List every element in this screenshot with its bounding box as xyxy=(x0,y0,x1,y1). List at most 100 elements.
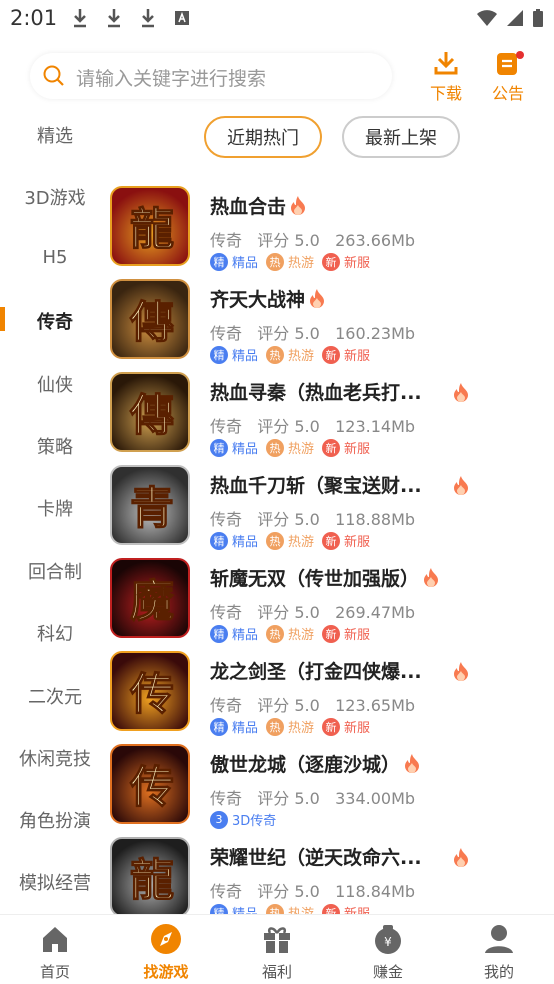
game-title-text: 傲世龙城（逐鹿沙城） xyxy=(210,754,401,776)
game-title[interactable]: 斩魔无双（传世加强版） xyxy=(210,564,439,592)
game-tag: 热热游 xyxy=(266,252,314,271)
tag-label: 热游 xyxy=(288,349,315,364)
game-tag: 新新服 xyxy=(322,438,370,457)
bottom-nav: 首页 找游戏 福利 ¥ 赚金 我的 xyxy=(0,914,554,984)
game-title[interactable]: 荣耀世纪（逆天改命六... xyxy=(210,843,422,870)
game-icon-glyph: 传 xyxy=(129,669,174,720)
tag-badge-icon: 新 xyxy=(322,252,341,271)
game-tag: 精精品 xyxy=(210,345,258,364)
game-icon[interactable]: 青 xyxy=(110,465,190,545)
tag-label: 新服 xyxy=(344,721,371,736)
category-item[interactable]: 卡牌 xyxy=(0,495,110,521)
tag-badge-icon: 热 xyxy=(266,345,285,364)
tag-label: 精品 xyxy=(232,256,259,271)
game-title[interactable]: 龙之剑圣（打金四侠爆... xyxy=(210,657,422,684)
download-notification-icon xyxy=(104,8,124,28)
game-row[interactable]: 傳热血寻秦（热血老兵打... 传奇 评分 5.0 123.14Mb 精精品热热游新新… xyxy=(110,372,554,465)
game-size: 118.84Mb xyxy=(335,882,416,901)
category-item[interactable]: H5 xyxy=(0,247,110,268)
game-tag: 精精品 xyxy=(210,252,258,271)
tag-label: 热游 xyxy=(288,535,315,550)
svg-text:¥: ¥ xyxy=(384,935,392,949)
tag-label: 新服 xyxy=(344,349,371,364)
download-icon xyxy=(434,52,458,75)
game-title[interactable]: 热血合击 xyxy=(210,192,306,220)
search-bar[interactable]: 请输入关键字进行搜索 xyxy=(30,53,392,99)
game-tags: 精精品热热游新新服 xyxy=(210,345,370,364)
notice-button[interactable]: 公告 xyxy=(483,48,533,104)
game-title[interactable]: 热血寻秦（热血老兵打... xyxy=(210,378,422,405)
game-size: 263.66Mb xyxy=(335,231,416,250)
download-notification-icon xyxy=(138,8,158,28)
tag-badge-icon: 热 xyxy=(266,717,285,736)
game-tag: 新新服 xyxy=(322,531,370,550)
game-icon[interactable]: 传 xyxy=(110,744,190,824)
game-title-text: 热血合击 xyxy=(210,196,287,218)
compass-icon xyxy=(151,924,181,954)
game-rating: 评分 5.0 xyxy=(257,231,320,250)
notice-icon xyxy=(497,51,524,75)
game-icon[interactable]: 傳 xyxy=(110,279,190,359)
tag-badge-icon: 新 xyxy=(322,531,341,550)
game-row[interactable]: 傳齐天大战神 传奇 评分 5.0 160.23Mb 精精品热热游新新服 xyxy=(110,279,554,372)
game-tag: 热热游 xyxy=(266,717,314,736)
category-item[interactable]: 回合制 xyxy=(0,558,110,584)
category-item[interactable]: 仙侠 xyxy=(0,371,110,397)
game-icon[interactable]: 傳 xyxy=(110,372,190,452)
game-icon[interactable]: 魔 xyxy=(110,558,190,638)
game-tag: 精精品 xyxy=(210,531,258,550)
filter-newest[interactable]: 最新上架 xyxy=(342,116,460,158)
game-tag: 新新服 xyxy=(322,624,370,643)
game-tags: 精精品热热游新新服 xyxy=(210,252,370,271)
tag-label: 热游 xyxy=(288,628,315,643)
download-button[interactable]: 下载 xyxy=(421,48,471,104)
tag-label: 精品 xyxy=(232,721,259,736)
category-item[interactable]: 角色扮演 xyxy=(0,807,110,833)
game-title[interactable]: 傲世龙城（逐鹿沙城） xyxy=(210,750,420,778)
fire-icon xyxy=(453,382,469,406)
game-tag: 热热游 xyxy=(266,345,314,364)
game-size: 123.65Mb xyxy=(335,696,416,715)
system-icons xyxy=(476,8,544,28)
game-row[interactable]: 传傲世龙城（逐鹿沙城） 传奇 评分 5.0 334.00Mb 3 3D传奇 xyxy=(110,744,554,837)
game-row[interactable]: 魔斩魔无双（传世加强版） 传奇 评分 5.0 269.47Mb 精精品热热游新新服 xyxy=(110,558,554,651)
user-icon xyxy=(485,925,513,953)
game-icon[interactable]: 龍 xyxy=(110,837,190,917)
nav-label: 福利 xyxy=(261,963,292,981)
fire-icon xyxy=(404,753,420,778)
game-row[interactable]: 青热血千刀斩（聚宝送财... 传奇 评分 5.0 118.88Mb 精精品热热游新新… xyxy=(110,465,554,558)
game-rating: 评分 5.0 xyxy=(257,324,320,343)
category-item[interactable]: 精选 xyxy=(0,122,110,148)
fire-icon xyxy=(453,475,469,499)
tag-badge-icon: 热 xyxy=(266,531,285,550)
game-icon[interactable]: 传 xyxy=(110,651,190,731)
game-title-text: 热血千刀斩（聚宝送财... xyxy=(210,475,422,497)
game-row[interactable]: 传龙之剑圣（打金四侠爆... 传奇 评分 5.0 123.65Mb 精精品热热游新新… xyxy=(110,651,554,744)
game-size: 269.47Mb xyxy=(335,603,416,622)
status-bar: 2:01 xyxy=(0,0,554,36)
game-meta: 传奇 评分 5.0 123.14Mb xyxy=(210,413,415,437)
game-row[interactable]: 龍热血合击 传奇 评分 5.0 263.66Mb 精精品热热游新新服 xyxy=(110,186,554,279)
game-tag: 精精品 xyxy=(210,717,258,736)
wifi-icon xyxy=(477,10,497,26)
category-item[interactable]: 二次元 xyxy=(0,683,110,709)
category-item[interactable]: 休闲竞技 xyxy=(0,745,110,771)
filter-recent-hot[interactable]: 近期热门 xyxy=(204,116,322,158)
category-item[interactable]: 策略 xyxy=(0,433,110,459)
app-notification-icon xyxy=(172,8,192,28)
category-item[interactable]: 模拟经营 xyxy=(0,869,110,895)
game-title[interactable]: 齐天大战神 xyxy=(210,285,325,313)
fire-icon xyxy=(453,661,469,685)
game-genre: 传奇 xyxy=(210,789,243,808)
category-item[interactable]: 3D游戏 xyxy=(0,184,110,210)
tag-label: 热游 xyxy=(288,721,315,736)
game-icon[interactable]: 龍 xyxy=(110,186,190,266)
game-title[interactable]: 热血千刀斩（聚宝送财... xyxy=(210,471,422,498)
nav-label: 我的 xyxy=(483,963,514,981)
tag-label: 精品 xyxy=(232,442,259,457)
game-icon-glyph: 龍 xyxy=(130,204,174,255)
tag-label: 热游 xyxy=(288,442,315,457)
tag-badge-icon: 3 xyxy=(210,810,228,829)
category-item[interactable]: 科幻 xyxy=(0,620,110,646)
category-item-active[interactable]: 传奇 xyxy=(0,308,110,334)
